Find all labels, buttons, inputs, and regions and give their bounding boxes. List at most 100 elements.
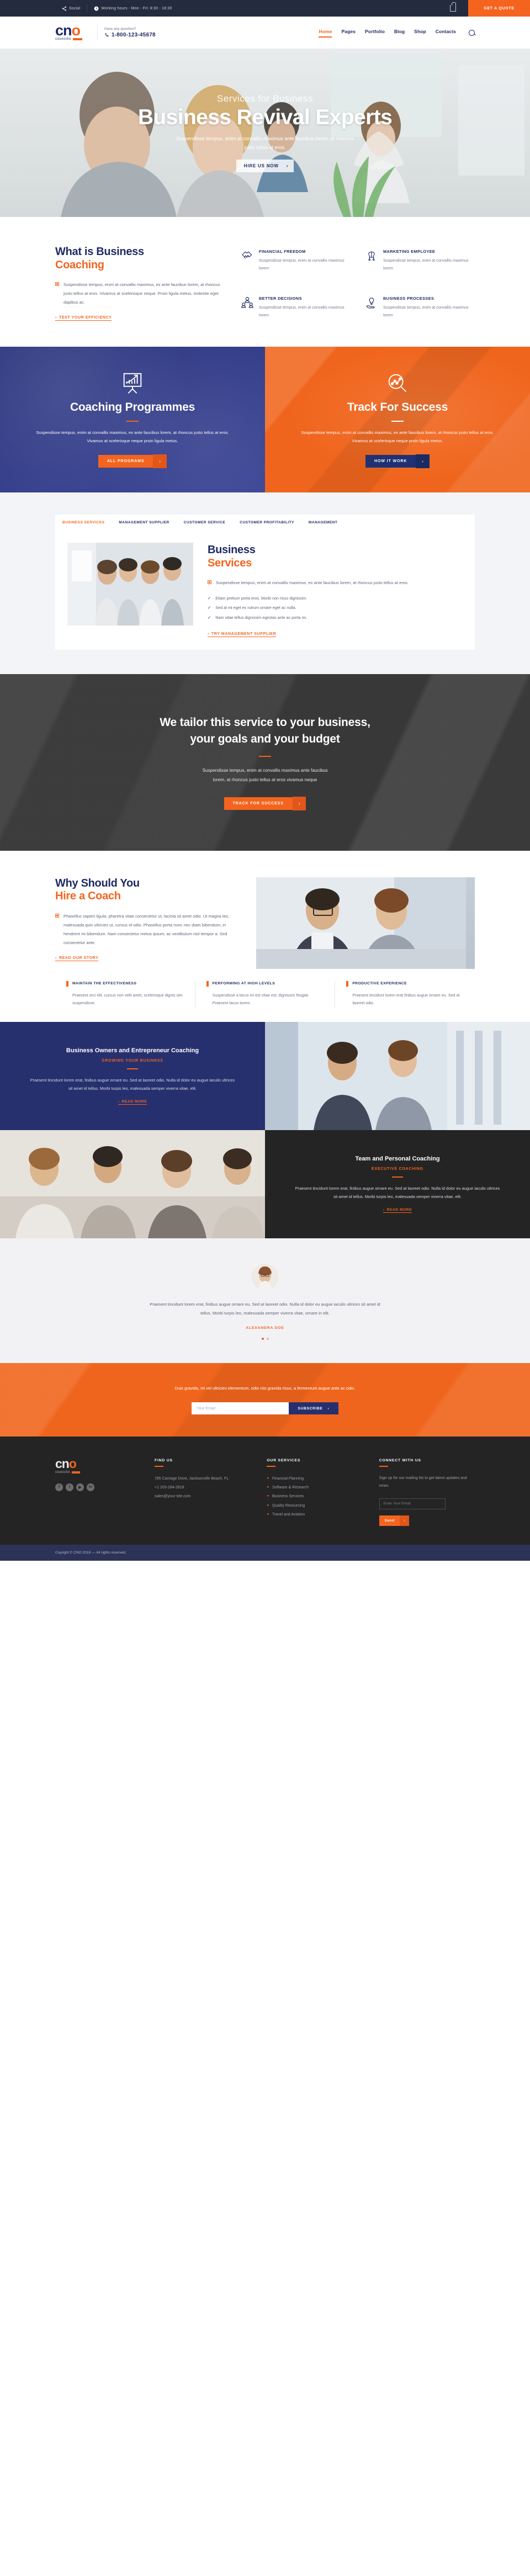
title-line-1: Why Should You	[55, 877, 140, 889]
footer-subscribe-form: Send ›	[379, 1497, 475, 1526]
newsletter-text: Duis gravida, mi vel ultricies elementum…	[174, 1386, 356, 1391]
hire-us-now-button[interactable]: HIRE US NOW ›	[236, 159, 294, 172]
newsletter-form: SUBSCRIBE ›	[0, 1402, 530, 1415]
footer-logo[interactable]: cno	[55, 1457, 138, 1470]
linkedin-icon[interactable]: in	[87, 1483, 94, 1491]
footer-heading: OUR SERVICES	[267, 1459, 362, 1467]
title-line-2: Services	[208, 556, 252, 569]
split-block-owners: Business Owners and Entrepreneur Coachin…	[0, 1021, 530, 1130]
bar-marker-icon	[66, 980, 68, 987]
carousel-dot-1[interactable]	[261, 1338, 264, 1340]
why-card-3: PRODUCTIVE EXPERIENCE Praesent tincidunt…	[335, 980, 475, 1008]
list-item: ● Software & Research	[267, 1483, 362, 1492]
block-desc: Praesent tincidunt lorem erat, finibus a…	[295, 1185, 500, 1200]
owners-coaching-photo	[265, 1021, 530, 1130]
coaching-programmes-panel: Coaching Programmes Suspendisse tempus, …	[0, 347, 265, 492]
logo-wordmark: cno	[55, 22, 81, 39]
divider	[126, 420, 139, 422]
site-header: cno councilio Have any question? 1-800-1…	[0, 17, 530, 49]
nav-item-home[interactable]: Home	[319, 29, 332, 38]
get-a-quote-button[interactable]: GET A QUOTE	[468, 0, 530, 17]
carousel-dot-2[interactable]	[266, 1338, 269, 1340]
test-your-efficiency-link[interactable]: › TEST YOUR EFFICIENCY	[55, 316, 112, 321]
chevron-right-icon: ›	[208, 632, 209, 636]
footer-services-list: ● Financial Planning ● Software & Research…	[267, 1475, 362, 1519]
all-programs-button[interactable]: ALL PROGRAMS ›	[98, 454, 167, 468]
services-tab-panel: Business Services Suspendisse tempus, en…	[55, 531, 475, 650]
nav-item-pages[interactable]: Pages	[341, 29, 356, 37]
magnifier-chart-icon	[385, 371, 410, 396]
tab-customer-service[interactable]: CUSTOMER SERVICE	[177, 515, 232, 531]
nav-item-contacts[interactable]: Contacts	[436, 29, 456, 37]
brain-network-icon	[365, 249, 378, 262]
handshake-icon	[241, 249, 254, 262]
newsletter-email-input[interactable]	[192, 1402, 289, 1415]
services-lead: Suspendisse tempus, enim at convallis ma…	[216, 580, 409, 586]
testimonial-section: Praesent tincidunt lorem erat, finibus a…	[0, 1238, 530, 1364]
social-links: f t ▶ in	[55, 1483, 138, 1491]
footer-send-button[interactable]: Send ›	[379, 1515, 409, 1526]
list-item: ● Financial Planning	[267, 1475, 362, 1483]
nav-item-shop[interactable]: Shop	[414, 29, 426, 37]
facebook-icon[interactable]: f	[55, 1483, 63, 1491]
why-hire-a-coach-section: Why Should You Hire a Coach Phasellus sa…	[0, 851, 530, 969]
feature-desc: Suspendisse tempus, enim at convallis ma…	[383, 304, 469, 317]
nav-item-blog[interactable]: Blog	[394, 29, 405, 37]
logo[interactable]: cno councilio	[55, 22, 89, 41]
what-paragraph: Suspendisse tempus, enim at convallis ma…	[63, 282, 220, 305]
chevron-right-icon: ›	[383, 1208, 385, 1212]
feature-desc: Suspendisse tempus, enim at convallis ma…	[259, 304, 344, 317]
dot-bullet-icon: ●	[267, 1512, 269, 1516]
footer-email[interactable]: sales@your-site.com	[155, 1492, 250, 1501]
link-label: READ OUR STORY	[59, 956, 99, 960]
footer-heading: CONNECT WITH US	[379, 1459, 475, 1467]
feature-title: BUSINESS PROCESSES	[383, 295, 434, 301]
footer-email-input[interactable]	[379, 1498, 446, 1509]
what-is-business-coaching-section: What is Business Coaching Suspendisse te…	[0, 217, 530, 347]
youtube-icon[interactable]: ▶	[76, 1483, 84, 1491]
list-item: ● Travel and Aviation	[267, 1510, 362, 1519]
tab-management-supplier[interactable]: MANAGEMENT SUPPLIER	[112, 515, 176, 531]
card-desc: Praesent tincidunt lorem erat finibus au…	[352, 992, 460, 1006]
tab-management[interactable]: MANAGEMENT	[301, 515, 345, 531]
panel-desc: Suspendisse tempus, enim at convallis ma…	[36, 430, 229, 444]
services-check-list: ✓ Etiam pretium porta eros. Morbi non ris…	[208, 595, 463, 622]
tab-business-services[interactable]: BUSINESS SERVICES	[55, 515, 112, 531]
chevron-right-icon: ›	[400, 1515, 409, 1526]
feature-financial-freedom: FINANCIAL FREEDOM Suspendisse tempus, en…	[241, 249, 351, 275]
feature-desc: Suspendisse tempus, enim at convallis ma…	[383, 258, 469, 271]
read-our-story-link[interactable]: › READ OUR STORY	[55, 956, 99, 961]
split-block-team: Team and Personal Coaching EXECUTIVE COA…	[0, 1130, 530, 1238]
hero-background-image	[0, 49, 530, 217]
chart-board-icon	[120, 371, 145, 396]
read-more-link[interactable]: › READ MORE	[118, 1100, 147, 1105]
list-item: ✓ Nam vitae tellus dignissim egestas ante…	[208, 614, 463, 622]
social-link[interactable]: Social	[55, 6, 87, 11]
track-for-success-panel: Track For Success Suspendisse tempus, en…	[265, 347, 530, 492]
testimonial-author: ALEXANDRA DOE	[246, 1326, 284, 1331]
try-management-supplier-link[interactable]: › TRY MANAGEMENT SUPPLIER	[208, 632, 277, 637]
tailor-title-line-2: your goals and your budget	[190, 733, 340, 746]
feature-business-processes: BUSINESS PROCESSES Suspendisse tempus, e…	[365, 296, 475, 322]
nav-item-portfolio[interactable]: Portfolio	[365, 29, 385, 37]
logo-subtext: councilio	[55, 37, 71, 41]
card-desc: Suspendisse a lacus mi est vitae est, di…	[212, 992, 310, 1006]
subscribe-button[interactable]: SUBSCRIBE ›	[289, 1402, 338, 1415]
hero-section: Services for Business Business Revival E…	[0, 49, 530, 217]
search-icon[interactable]	[469, 29, 475, 36]
square-bullet-icon	[208, 580, 211, 585]
read-more-link[interactable]: › READ MORE	[383, 1208, 412, 1213]
twitter-icon[interactable]: t	[66, 1483, 73, 1491]
bag-icon[interactable]	[450, 2, 456, 12]
panel-title: Coaching Programmes	[70, 401, 195, 414]
track-for-success-button[interactable]: TRACK FOR SUCCESS ›	[224, 797, 306, 811]
footer-find-us: FIND US 785 Carriage Drive, Jacksonville…	[155, 1459, 250, 1526]
block-title: Business Owners and Entrepreneur Coachin…	[66, 1047, 199, 1054]
footer-phone[interactable]: +1 203-284-2818	[155, 1483, 250, 1492]
tab-customer-profitability[interactable]: CUSTOMER PROFITABILITY	[232, 515, 301, 531]
newsletter-section: Duis gravida, mi vel ultricies elementum…	[0, 1363, 530, 1437]
heading-underline	[155, 1466, 163, 1467]
feature-title: FINANCIAL FREEDOM	[259, 249, 306, 254]
clock-icon	[94, 6, 99, 11]
how-it-work-button[interactable]: HOW IT WORK ›	[365, 454, 430, 468]
